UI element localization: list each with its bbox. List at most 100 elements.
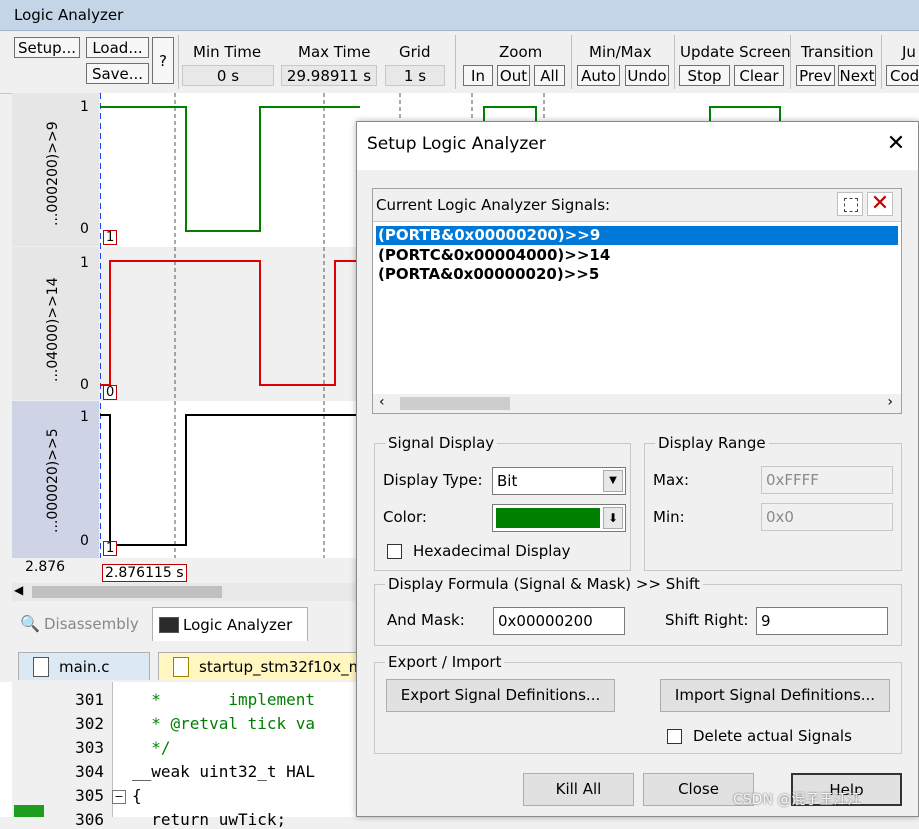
transition-label: Transition bbox=[801, 43, 874, 61]
plot-horizontal-scrollbar[interactable]: ◀ bbox=[12, 583, 356, 601]
signal-list-item[interactable]: (PORTC&0x00004000)>>14 bbox=[378, 246, 610, 264]
import-signal-definitions-button[interactable]: Import Signal Definitions... bbox=[660, 679, 890, 712]
toolbar-separator bbox=[571, 35, 572, 89]
max-time-label: Max Time bbox=[298, 43, 371, 61]
signals-panel: Current Logic Analyzer Signals: ✕ (PORTB… bbox=[372, 188, 902, 414]
min-time-value: 0 s bbox=[182, 65, 274, 86]
export-signal-definitions-button[interactable]: Export Signal Definitions... bbox=[386, 679, 615, 712]
signal-high-value: 1 bbox=[80, 409, 89, 425]
line-number: 305 bbox=[75, 786, 104, 805]
fold-collapse-icon[interactable]: − bbox=[112, 790, 126, 804]
signal-value-marker: 1 bbox=[103, 230, 118, 245]
kill-all-button[interactable]: Kill All bbox=[523, 773, 634, 806]
execution-marker-icon bbox=[14, 805, 44, 817]
signal-low-value: 0 bbox=[80, 377, 89, 393]
min-input[interactable]: 0x0 bbox=[761, 503, 893, 531]
scroll-thumb[interactable] bbox=[400, 397, 510, 410]
color-swatch bbox=[496, 508, 600, 528]
line-number: 304 bbox=[75, 762, 104, 781]
hex-display-label: Hexadecimal Display bbox=[413, 542, 571, 560]
clear-button[interactable]: Clear bbox=[734, 65, 784, 86]
watermark: CSDN @混子王江江 bbox=[733, 792, 862, 808]
code-line[interactable]: return uwTick; bbox=[132, 810, 286, 829]
window-titlebar: Logic Analyzer bbox=[0, 0, 919, 31]
code-line[interactable]: */ bbox=[132, 738, 170, 757]
display-range-legend: Display Range bbox=[655, 434, 769, 452]
shift-right-input[interactable]: 9 bbox=[756, 607, 888, 635]
delete-signals-checkbox[interactable] bbox=[667, 729, 682, 744]
signal-row-label[interactable]: ...000200)>>9 1 0 bbox=[12, 93, 99, 246]
tab-disassembly[interactable]: 🔍 Disassembly bbox=[14, 607, 149, 641]
signal-row-label[interactable]: ...04000)>>14 1 0 bbox=[12, 247, 99, 400]
line-number: 301 bbox=[75, 690, 104, 709]
formula-legend: Display Formula (Signal & Mask) >> Shift bbox=[385, 575, 703, 593]
toolbar-separator bbox=[790, 35, 791, 89]
color-select[interactable]: ⬇ bbox=[492, 504, 626, 532]
zoom-in-button[interactable]: In bbox=[463, 65, 493, 86]
stop-button[interactable]: Stop bbox=[679, 65, 730, 86]
code-button[interactable]: Cod bbox=[886, 65, 919, 86]
display-type-value: Bit bbox=[497, 472, 518, 490]
auto-button[interactable]: Auto bbox=[577, 65, 620, 86]
prev-button[interactable]: Prev bbox=[796, 65, 835, 86]
signal-label-column: ...000200)>>9 1 0 ...04000)>>14 1 0 ...0… bbox=[12, 93, 99, 558]
code-line[interactable]: { bbox=[132, 786, 142, 805]
shift-right-label: Shift Right: bbox=[665, 611, 749, 629]
file-tab-startup[interactable]: startup_stm32f10x_m bbox=[158, 652, 368, 680]
line-number: 302 bbox=[75, 714, 104, 733]
export-import-group: Export / Import Export Signal Definition… bbox=[374, 653, 902, 754]
help-button[interactable]: ? bbox=[152, 37, 174, 84]
save-button[interactable]: Save... bbox=[86, 63, 149, 84]
setup-button[interactable]: Setup... bbox=[14, 37, 80, 58]
zoom-out-button[interactable]: Out bbox=[497, 65, 530, 86]
tab-logic-analyzer[interactable]: Logic Analyzer bbox=[152, 607, 308, 641]
close-icon[interactable]: ✕ bbox=[884, 132, 908, 156]
jump-label: Ju bbox=[902, 43, 916, 61]
load-button[interactable]: Load... bbox=[86, 37, 149, 58]
minmax-label: Min/Max bbox=[589, 43, 652, 61]
display-type-select[interactable]: Bit ▼ bbox=[492, 467, 626, 495]
display-type-label: Display Type: bbox=[383, 471, 483, 489]
grid-value: 1 s bbox=[385, 65, 445, 86]
hex-display-checkbox[interactable] bbox=[387, 544, 402, 559]
min-time-label: Min Time bbox=[193, 43, 262, 61]
window-title: Logic Analyzer bbox=[14, 6, 124, 24]
color-dropdown-icon[interactable]: ⬇ bbox=[603, 507, 623, 529]
signal-list-item[interactable]: (PORTA&0x00000020)>>5 bbox=[378, 265, 599, 283]
max-time-value: 29.98911 s bbox=[281, 65, 377, 86]
signal-display-group: Signal Display Display Type: Bit ▼ Color… bbox=[374, 434, 631, 571]
display-range-group: Display Range Max: 0xFFFF Min: 0x0 bbox=[644, 434, 902, 571]
undo-button[interactable]: Undo bbox=[625, 65, 669, 86]
chevron-left-icon[interactable]: ‹ bbox=[379, 394, 385, 410]
code-line[interactable]: __weak uint32_t HAL bbox=[132, 762, 315, 781]
signals-horizontal-scrollbar[interactable]: ‹ › bbox=[373, 394, 901, 413]
zoom-all-button[interactable]: All bbox=[534, 65, 565, 86]
line-number: 303 bbox=[75, 738, 104, 757]
toolbar-separator bbox=[674, 35, 675, 89]
file-tab-main-c[interactable]: main.c bbox=[18, 652, 150, 680]
chevron-down-icon[interactable]: ▼ bbox=[603, 470, 623, 492]
chevron-right-icon[interactable]: › bbox=[887, 394, 893, 410]
file-icon bbox=[33, 657, 49, 677]
new-signal-icon[interactable] bbox=[837, 192, 863, 216]
signal-list-item-selected[interactable]: (PORTB&0x00000200)>>9 bbox=[376, 226, 898, 245]
code-line[interactable]: * @retval tick va bbox=[132, 714, 315, 733]
and-mask-input[interactable]: 0x00000200 bbox=[493, 607, 625, 635]
zoom-label: Zoom bbox=[499, 43, 543, 61]
delete-signal-icon[interactable]: ✕ bbox=[867, 192, 893, 216]
signal-display-legend: Signal Display bbox=[385, 434, 498, 452]
scroll-thumb[interactable] bbox=[32, 586, 222, 598]
signal-name: ...000200)>>9 bbox=[45, 121, 61, 226]
toolbar-separator bbox=[881, 35, 882, 89]
next-button[interactable]: Next bbox=[838, 65, 876, 86]
signal-value-marker: 0 bbox=[103, 385, 118, 400]
max-input[interactable]: 0xFFFF bbox=[761, 466, 893, 494]
setup-logic-analyzer-dialog: Setup Logic Analyzer ✕ Current Logic Ana… bbox=[356, 121, 919, 817]
tab-label: Disassembly bbox=[44, 615, 139, 633]
file-icon bbox=[173, 657, 189, 677]
code-line[interactable]: * implement bbox=[132, 690, 315, 709]
signal-waveform-portb bbox=[100, 106, 360, 232]
signal-waveform-porta bbox=[100, 414, 360, 546]
scroll-left-icon[interactable]: ◀ bbox=[14, 583, 23, 597]
signal-row-label[interactable]: ...000020)>>5 1 0 bbox=[12, 401, 99, 558]
